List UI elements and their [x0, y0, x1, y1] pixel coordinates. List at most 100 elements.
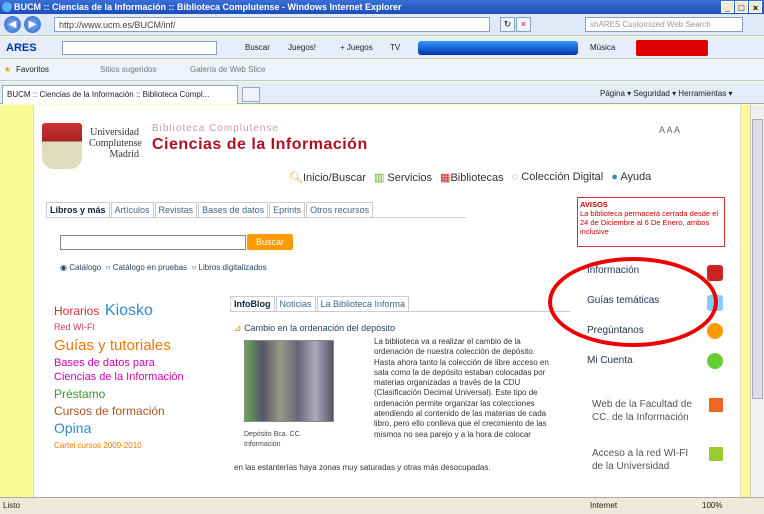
back-icon[interactable]: ◀	[4, 16, 21, 33]
tab-strip: BUCM :: Ciencias de la Información :: Bi…	[0, 82, 764, 104]
search-scope: ◉ Catálogo ○ Catálogo en pruebas ○ Libro…	[60, 263, 267, 272]
informacion-icon	[707, 265, 723, 281]
link-guias[interactable]: Guías y tutoriales	[54, 337, 234, 354]
coca-cola-ad[interactable]	[636, 40, 708, 56]
command-bar[interactable]: Página ▾ Seguridad ▾ Herramientas ▾	[600, 89, 733, 98]
link-wifi-universidad[interactable]: Acceso a la red WI-FI de la Universidad	[592, 447, 702, 473]
vertical-scrollbar[interactable]	[750, 105, 764, 497]
tab-eprints[interactable]: Eprints	[269, 202, 306, 217]
radio-catalogo-label: Catálogo	[69, 263, 102, 272]
link-cursos[interactable]: Cursos de formación	[54, 404, 234, 418]
post-title[interactable]: ⊿ Cambio en la ordenación del depósito	[234, 323, 395, 334]
favorites-button[interactable]: Favoritos	[16, 65, 49, 74]
tab-noticias[interactable]: Noticias	[275, 296, 316, 311]
uni-line1: Universidad	[90, 127, 139, 138]
left-links: Horarios Kiosko Red WI-FI Guías y tutori…	[54, 302, 234, 450]
menu-inicio[interactable]: 🔍︎Inicio/Buscar	[289, 171, 366, 184]
ares-search-input[interactable]	[62, 41, 217, 55]
radio-digitalizados-label: Libros digitalizados	[198, 263, 267, 272]
ares-tv[interactable]: TV	[390, 43, 400, 52]
highlight-ellipse	[548, 257, 718, 347]
tab-libros[interactable]: Libros y más	[46, 202, 110, 217]
search-icon: 🔍︎	[289, 172, 303, 184]
maximize-button[interactable]: □	[735, 1, 748, 13]
menu-inicio-label: Inicio/Buscar	[302, 172, 366, 184]
radio-player[interactable]	[418, 41, 578, 55]
forward-icon[interactable]: ▶	[24, 16, 41, 33]
ares-toolbar: ARES Buscar Juegos! + Juegos TV Música	[0, 37, 764, 59]
deposit-photo	[244, 340, 334, 422]
link-ciencias[interactable]: Ciencias de la Información	[54, 371, 234, 383]
chat-icon	[707, 323, 723, 339]
university-name: Universidad Complutense Madrid	[89, 127, 142, 160]
tab-otros[interactable]: Otros recursos	[306, 202, 374, 217]
user-icon	[707, 353, 723, 369]
close-button[interactable]: ×	[749, 1, 762, 13]
address-bar: ◀ ▶ http://www.ucm.es/BUCM/inf/ ↻ × shAR…	[0, 14, 764, 36]
menu-servicios[interactable]: ▥ Servicios	[374, 171, 432, 184]
minimize-button[interactable]: _	[721, 1, 734, 13]
rss-icon: ⊿	[234, 323, 242, 333]
link-bases[interactable]: Bases de datos para	[54, 357, 234, 369]
ares-juegos[interactable]: Juegos!	[288, 43, 316, 52]
uni-line2: Complutense	[89, 138, 142, 149]
radio-catalogo[interactable]: ◉ Catálogo	[60, 263, 101, 272]
ares-buscar[interactable]: Buscar	[245, 43, 270, 52]
web-icon	[709, 398, 723, 412]
link-web-facultad[interactable]: Web de la Facultad de CC. de la Informac…	[592, 398, 702, 424]
blog-tabs: InfoBlog Noticias La Biblioteca Informa	[230, 296, 570, 312]
link-prestamo[interactable]: Préstamo	[54, 387, 234, 401]
tab-bucm[interactable]: BUCM :: Ciencias de la Información :: Bi…	[2, 85, 238, 104]
page-title: Ciencias de la Información	[152, 136, 368, 153]
ares-musica[interactable]: Música	[590, 43, 615, 52]
tab-revistas[interactable]: Revistas	[154, 202, 198, 217]
window-title: BUCM :: Ciencias de la Información :: Bi…	[14, 2, 402, 12]
web-search-input[interactable]: shARES Customized Web Search	[585, 17, 743, 32]
link-opina[interactable]: Opina	[54, 420, 234, 436]
ares-logo: ARES	[6, 42, 37, 54]
ares-mas-juegos[interactable]: + Juegos	[340, 43, 373, 52]
radio-pruebas[interactable]: ○ Catálogo en pruebas	[106, 263, 187, 272]
zoom-level[interactable]: 100%	[702, 501, 722, 510]
title-bar: BUCM :: Ciencias de la Información :: Bi…	[0, 0, 764, 14]
buscar-button[interactable]: Buscar	[247, 234, 293, 250]
tab-biblioteca-informa[interactable]: La Biblioteca Informa	[316, 296, 410, 311]
radio-pruebas-label: Catálogo en pruebas	[112, 263, 188, 272]
tab-bases[interactable]: Bases de datos	[198, 202, 269, 217]
link-mi-cuenta[interactable]: Mi Cuenta	[587, 355, 633, 366]
servicios-icon: ▥	[373, 172, 385, 184]
link-kiosko[interactable]: Kiosko	[105, 302, 153, 319]
new-tab-button[interactable]	[242, 87, 260, 102]
menu-bibliotecas[interactable]: ▦Bibliotecas	[440, 171, 504, 184]
status-text: Listo	[3, 501, 20, 510]
refresh-icon[interactable]: ↻	[500, 17, 515, 32]
catalog-search-input[interactable]	[60, 235, 246, 250]
link-wifi[interactable]: Red WI-FI	[54, 322, 234, 332]
stop-icon[interactable]: ×	[516, 17, 531, 32]
ie-icon	[2, 2, 12, 12]
link-cartel[interactable]: Cartel cursos 2009-2010	[54, 441, 234, 450]
post-title-text: Cambio en la ordenación del depósito	[244, 323, 396, 333]
url-input[interactable]: http://www.ucm.es/BUCM/inf/	[54, 17, 490, 32]
browser-window: BUCM :: Ciencias de la Información :: Bi…	[0, 0, 764, 514]
buscar-label: Buscar	[255, 237, 284, 247]
web-slice-link[interactable]: Galería de Web Slice	[190, 65, 265, 74]
menu-bibliotecas-label: Bibliotecas	[450, 172, 504, 184]
ucm-crest-icon	[42, 123, 82, 169]
avisos-box: AVISOS La biblioteca permacerá cerrada d…	[577, 197, 725, 247]
search-tabs: Libros y más Artículos Revistas Bases de…	[46, 202, 466, 218]
post-footer-text: en las estanterías haya zonas muy satura…	[234, 463, 491, 472]
tab-infoblog[interactable]: InfoBlog	[230, 296, 275, 311]
link-horarios[interactable]: Horarios	[54, 304, 99, 318]
post-body: La biblioteca va a realizar el cambio de…	[374, 337, 549, 439]
menu-servicios-label: Servicios	[387, 172, 433, 184]
scroll-thumb[interactable]	[752, 119, 763, 399]
wifi-icon	[709, 447, 723, 461]
suggested-sites-link[interactable]: Sitios sugeridos	[100, 65, 156, 74]
library-name: Biblioteca Complutense	[152, 123, 280, 134]
tab-articulos[interactable]: Artículos	[110, 202, 154, 217]
uni-line3: Madrid	[109, 149, 139, 160]
radio-digitalizados[interactable]: ○ Libros digitalizados	[191, 263, 266, 272]
avisos-heading: AVISOS	[580, 200, 608, 209]
avisos-text: La biblioteca permacerá cerrada desde el…	[580, 209, 718, 236]
